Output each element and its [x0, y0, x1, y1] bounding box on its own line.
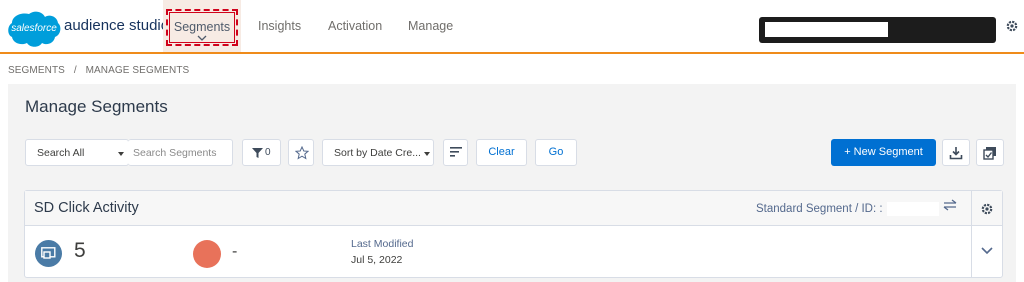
star-icon — [295, 146, 309, 160]
gear-icon[interactable] — [980, 202, 994, 216]
segment-card-header: SD Click Activity Standard Segment / ID:… — [25, 191, 1002, 226]
tab-highlight: Segments — [166, 9, 238, 46]
product-name: audience studio — [64, 17, 170, 34]
segment-icon — [35, 240, 62, 267]
breadcrumb-current: MANAGE SEGMENTS — [85, 65, 190, 76]
tab-activation[interactable]: Activation — [328, 19, 382, 33]
sort-select[interactable]: Sort by Date Cre... — [322, 139, 434, 166]
tab-segments[interactable]: Segments — [163, 0, 241, 52]
chevron-down-icon — [197, 35, 207, 41]
go-button[interactable]: Go — [535, 139, 577, 166]
filter-button[interactable]: 0 — [242, 139, 281, 166]
logo-text: salesforce — [11, 23, 57, 34]
status-dot — [193, 240, 221, 268]
global-search-box[interactable] — [759, 17, 996, 43]
search-placeholder: Search Segments — [133, 147, 217, 159]
caret-down-icon — [424, 152, 430, 156]
sort-lines-icon — [450, 147, 462, 157]
clear-button[interactable]: Clear — [476, 139, 527, 166]
scope-select-value: Search All — [37, 147, 85, 159]
favorite-button[interactable] — [288, 139, 314, 166]
page-title: Manage Segments — [25, 97, 168, 116]
breadcrumb: SEGMENTS / MANAGE SEGMENTS — [8, 65, 189, 76]
last-modified-label: Last Modified — [351, 238, 414, 250]
tab-segments-label: Segments — [173, 20, 231, 34]
sort-order-button[interactable] — [443, 139, 468, 166]
segment-type-icon — [41, 247, 56, 259]
card-divider — [971, 191, 972, 277]
breadcrumb-separator: / — [73, 65, 77, 76]
caret-down-icon — [118, 152, 124, 156]
breadcrumb-root[interactable]: SEGMENTS — [8, 65, 65, 76]
global-search-field[interactable] — [765, 22, 888, 37]
filter-count: 0 — [265, 147, 271, 158]
tab-manage[interactable]: Manage — [408, 19, 453, 33]
segment-card: SD Click Activity Standard Segment / ID:… — [24, 190, 1003, 278]
bulk-edit-button[interactable] — [976, 139, 1004, 166]
scope-select[interactable]: Search All — [25, 139, 129, 166]
tab-insights[interactable]: Insights — [258, 19, 301, 33]
download-icon — [949, 147, 963, 160]
chevron-down-icon[interactable] — [980, 246, 994, 256]
segment-type-id: Standard Segment / ID: : — [756, 203, 883, 215]
status-value: - — [232, 243, 238, 260]
search-input[interactable]: Search Segments — [128, 139, 233, 166]
gear-icon[interactable] — [1005, 19, 1019, 33]
bulk-edit-icon — [983, 147, 996, 160]
segment-id-value — [887, 202, 939, 216]
download-button[interactable] — [942, 139, 970, 166]
top-nav: salesforce audience studio Segments Insi… — [0, 0, 1024, 54]
sort-select-value: Sort by Date Cre... — [334, 147, 421, 159]
segment-name[interactable]: SD Click Activity — [34, 200, 139, 216]
new-segment-button[interactable]: + New Segment — [831, 139, 936, 166]
last-modified-date: Jul 5, 2022 — [351, 254, 403, 266]
salesforce-logo[interactable]: salesforce — [7, 10, 61, 48]
swap-icon[interactable] — [942, 199, 958, 211]
filter-icon — [252, 148, 263, 158]
segment-count: 5 — [74, 239, 86, 262]
